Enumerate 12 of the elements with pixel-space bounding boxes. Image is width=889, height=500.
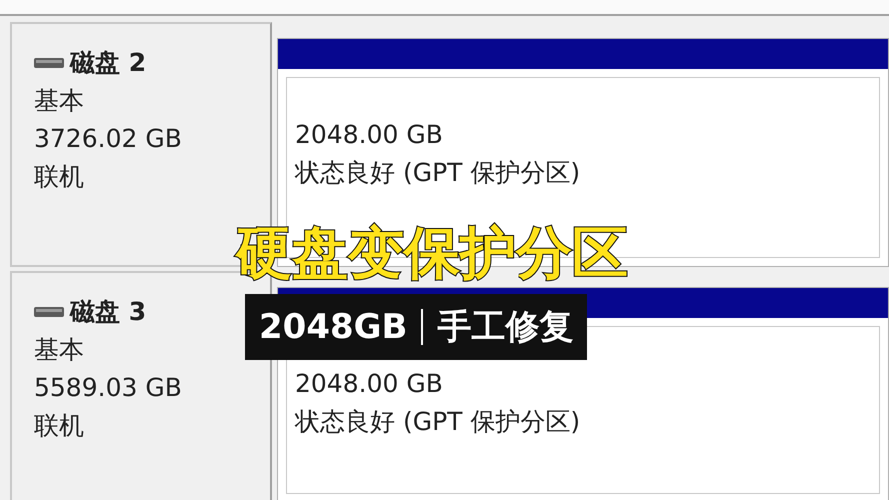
disk-status: 联机 <box>34 161 85 193</box>
partition-status: 状态良好 (GPT 保护分区) <box>295 157 582 189</box>
disk-type: 基本 <box>34 85 85 117</box>
disk-size: 5589.03 GB <box>34 372 183 404</box>
disk-name: 磁盘 3 <box>70 296 146 328</box>
partition-size: 2048.00 GB <box>295 368 444 400</box>
disk-size: 3726.02 GB <box>34 123 183 155</box>
partition-status: 状态良好 (GPT 保护分区) <box>295 406 582 438</box>
disk-type: 基本 <box>34 334 85 366</box>
disk-name: 磁盘 2 <box>70 47 146 79</box>
partition-size: 2048.00 GB <box>295 119 444 151</box>
disk-status: 联机 <box>34 410 85 442</box>
